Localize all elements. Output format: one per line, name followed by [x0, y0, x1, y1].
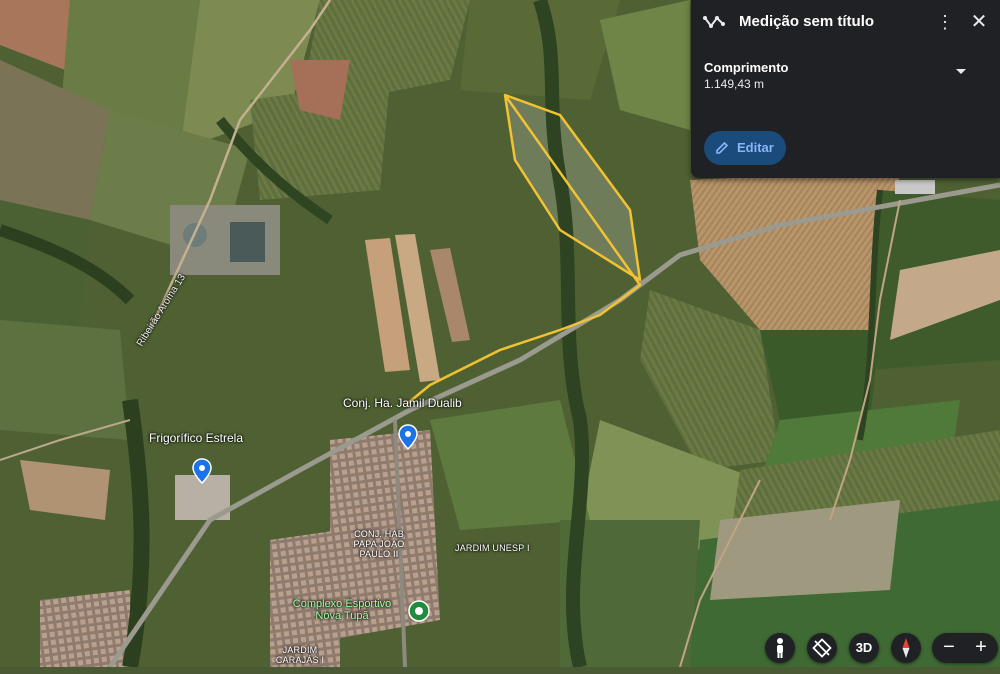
place-label-complexo: Complexo Esportivo Nova Tupã [282, 598, 402, 622]
place-label-line: Complexo Esportivo [292, 598, 392, 610]
location-pin-blue[interactable] [398, 424, 418, 450]
sports-complex-pin[interactable] [408, 600, 430, 622]
measure-label: Comprimento [704, 60, 789, 75]
place-label-conj-papa: CONJ. HAB PAPA JOAO PAULO II [353, 529, 405, 559]
panel-header: Medição sem título ⋮ ✕ [691, 0, 1000, 44]
place-label-line: CARAJÁS I [275, 655, 325, 665]
rotate-tilt-icon [812, 638, 832, 658]
place-label-line: CONJ. HAB [354, 529, 404, 539]
measure-value: 1.149,43 m [704, 77, 765, 91]
place-label-jardim-unesp: JARDIM UNESP I [455, 543, 530, 553]
3d-toggle-button[interactable]: 3D [849, 633, 879, 663]
place-label-line: Nova Tupã [315, 610, 369, 622]
field-parcel [0, 320, 130, 440]
ruler-path-icon [703, 16, 725, 28]
compass-button[interactable] [891, 633, 921, 663]
close-icon[interactable]: ✕ [967, 10, 991, 34]
edit-button-label: Editar [737, 140, 774, 155]
building [895, 180, 935, 194]
treatment-pond [230, 222, 265, 262]
place-label-conj-jamil: Conj. Ha. Jamil Dualib [343, 396, 462, 410]
pegman-icon [777, 638, 783, 658]
panel-title: Medição sem título [739, 13, 875, 30]
caret-down-icon[interactable] [953, 64, 969, 78]
tilt-rotate-button[interactable] [807, 633, 837, 663]
place-label-line: PAULO II [359, 549, 399, 559]
zoom-out-button[interactable]: − [934, 633, 964, 663]
more-vert-icon[interactable]: ⋮ [935, 10, 955, 34]
pencil-icon [716, 141, 729, 154]
zoom-controls: − + [932, 633, 998, 663]
place-label-line: JARDIM [282, 645, 318, 655]
zoom-in-button[interactable]: + [966, 633, 996, 663]
street-view-button[interactable] [765, 633, 795, 663]
location-pin-blue[interactable] [192, 458, 212, 484]
edit-button[interactable]: Editar [704, 131, 786, 165]
place-label-jardim-carajas: JARDIM CARAJÁS I [270, 645, 330, 665]
compass-icon [902, 638, 910, 658]
measurement-panel: Medição sem título ⋮ ✕ Comprimento 1.149… [691, 0, 1000, 178]
place-label-line: PAPA JOAO [353, 539, 405, 549]
place-label-frigorifico: Frigorífico Estrela [149, 431, 244, 445]
field-parcel [760, 330, 880, 420]
